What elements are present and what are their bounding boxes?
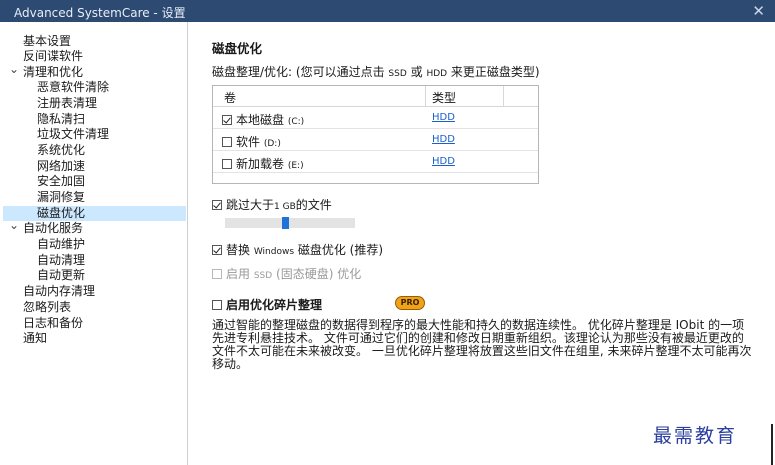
sidebar-item-disk-optimize[interactable]: 磁盘优化	[37, 206, 85, 221]
sidebar-item-internet-boost[interactable]: 网络加速	[37, 159, 85, 174]
section-title: 磁盘优化	[212, 41, 263, 56]
sidebar-item-notifications[interactable]: 通知	[23, 331, 47, 346]
column-header-type[interactable]: 类型	[432, 89, 456, 106]
settings-sidebar: 基本设置 反间谍软件 清理和优化 恶意软件清除 注册表清理 隐私清扫 垃圾文件清…	[0, 22, 188, 465]
sidebar-item-ignore-list[interactable]: 忽略列表	[23, 300, 71, 315]
smart-defrag-checkbox[interactable]	[212, 300, 222, 310]
smart-defrag-description: 通过智能的整理磁盘的数据得到程序的最大性能和持久的数据连续性。 优化碎片整理是 …	[212, 318, 752, 371]
sidebar-item-auto-ram-clean[interactable]: 自动内存清理	[23, 284, 95, 299]
volume-e-option[interactable]: 新加载卷 (E:)	[222, 155, 304, 172]
volume-e-checkbox[interactable]	[222, 159, 232, 169]
sidebar-item-malware-removal[interactable]: 恶意软件清除	[37, 80, 109, 95]
window-title: Advanced SystemCare - 设置	[14, 6, 186, 20]
title-bar: Advanced SystemCare - 设置 ✕	[0, 0, 775, 22]
file-size-slider[interactable]	[225, 217, 355, 229]
volume-c-type-link[interactable]: HDD	[432, 112, 455, 123]
volume-c-option[interactable]: 本地磁盘 (C:)	[222, 111, 304, 128]
sidebar-item-clean-optimize[interactable]: 清理和优化	[9, 62, 83, 80]
volume-d-option[interactable]: 软件 (D:)	[222, 133, 281, 150]
sidebar-item-auto-update[interactable]: 自动更新	[37, 268, 85, 283]
slider-thumb[interactable]	[282, 217, 289, 229]
sidebar-item-junk-file-clean[interactable]: 垃圾文件清理	[37, 127, 109, 142]
replace-windows-defrag-option[interactable]: 替换 Windows 磁盘优化 (推荐)	[212, 241, 383, 258]
sidebar-item-privacy-sweep[interactable]: 隐私清扫	[37, 112, 85, 127]
table-row: 新加载卷 (E:) HDD	[213, 151, 538, 173]
pro-badge: PRO	[395, 296, 425, 310]
skip-large-files-option[interactable]: 跳过大于1 GB的文件	[212, 196, 332, 213]
sidebar-item-basic-settings[interactable]: 基本设置	[23, 34, 71, 49]
sidebar-item-auto-clean[interactable]: 自动清理	[37, 253, 85, 268]
sidebar-item-system-optimize[interactable]: 系统优化	[37, 143, 85, 158]
volume-d-checkbox[interactable]	[222, 137, 232, 147]
selected-item-highlight	[3, 206, 186, 221]
smart-defrag-option[interactable]: 启用优化碎片整理	[212, 296, 322, 313]
disk-defrag-subtitle: 磁盘整理/优化: (您可以通过点击 SSD 或 HDD 来更正磁盘类型)	[212, 65, 540, 79]
sidebar-item-registry-clean[interactable]: 注册表清理	[37, 96, 97, 111]
column-header-volume[interactable]: 卷	[224, 89, 236, 106]
table-header: 卷 类型	[213, 86, 538, 107]
table-row: 软件 (D:) HDD	[213, 129, 538, 151]
sidebar-item-automation[interactable]: 自动化服务	[9, 218, 83, 236]
replace-windows-defrag-checkbox[interactable]	[212, 245, 222, 255]
enable-ssd-optimize-option: 启用 SSD (固态硬盘) 优化	[212, 265, 361, 282]
settings-content: 磁盘优化 磁盘整理/优化: (您可以通过点击 SSD 或 HDD 来更正磁盘类型…	[189, 22, 775, 465]
column-divider	[503, 86, 504, 107]
volume-table: 卷 类型 本地磁盘 (C:) HDD 软件 (D:) HDD 新加载卷 (E:)	[212, 85, 539, 184]
volume-e-type-link[interactable]: HDD	[432, 156, 455, 167]
volume-c-checkbox[interactable]	[222, 115, 232, 125]
volume-d-type-link[interactable]: HDD	[432, 134, 455, 145]
column-divider	[425, 86, 426, 107]
sidebar-item-auto-care[interactable]: 自动维护	[37, 237, 85, 252]
sidebar-item-security-reinforce[interactable]: 安全加固	[37, 174, 85, 189]
sidebar-item-anti-spyware[interactable]: 反间谍软件	[23, 49, 83, 64]
enable-ssd-optimize-checkbox	[212, 269, 222, 279]
close-icon[interactable]: ✕	[752, 1, 765, 21]
watermark-text: 最需教育	[653, 425, 738, 447]
table-row: 本地磁盘 (C:) HDD	[213, 107, 538, 129]
sidebar-item-vulnerability-fix[interactable]: 漏洞修复	[37, 190, 85, 205]
sidebar-item-log-backup[interactable]: 日志和备份	[23, 316, 83, 331]
skip-large-files-checkbox[interactable]	[212, 200, 222, 210]
watermark-bar	[771, 424, 773, 465]
